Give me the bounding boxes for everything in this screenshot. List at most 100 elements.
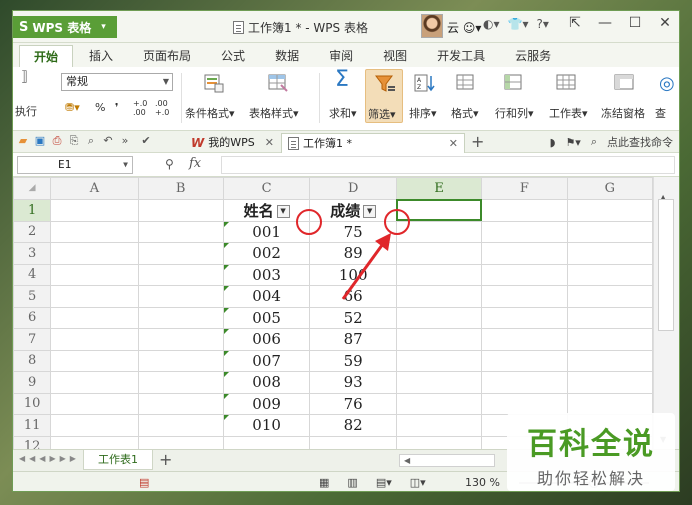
filter-button[interactable]: 筛选▾ [365,69,403,123]
row-header[interactable]: 12 [13,435,52,449]
cell-id[interactable]: 009 [222,392,311,415]
cell[interactable] [566,328,653,351]
tab-developer[interactable]: 开发工具 [423,45,499,67]
column-header-a[interactable]: A [50,177,139,200]
column-header-e[interactable]: E [395,177,483,200]
currency-icon[interactable]: ⛃▾ [65,101,80,114]
row-header[interactable]: 2 [13,220,52,243]
cell[interactable] [50,263,139,286]
page-layout-view-icon[interactable]: ▤▾ [376,476,392,489]
zoom-level[interactable]: 130 % [465,476,500,489]
cell[interactable] [481,198,568,222]
cell[interactable] [395,435,483,449]
row-header[interactable]: 7 [13,328,52,351]
pin-icon[interactable]: ✔ [140,134,152,148]
cell[interactable] [481,349,568,372]
macro-icon[interactable]: ▤ [139,476,149,489]
cell[interactable] [137,371,224,394]
save-icon[interactable]: ▣ [34,134,46,148]
row-header[interactable]: 6 [13,306,52,329]
cell-score[interactable]: 76 [309,392,397,415]
find-button[interactable]: 查 [655,105,666,121]
help-icon[interactable]: ?▾ [536,17,548,31]
cell[interactable] [395,328,483,351]
user-name[interactable]: 云 ☺▾ [447,19,481,36]
filter-dropdown-name[interactable]: ▼ [276,204,290,218]
magnifier-icon[interactable]: ⚲ [165,157,174,171]
cell[interactable] [137,435,224,449]
cell[interactable] [50,414,139,437]
cell[interactable] [481,392,568,415]
cell-id[interactable]: 002 [222,242,311,265]
tab-view[interactable]: 视图 [369,45,421,67]
cell[interactable] [395,392,483,415]
cell-id[interactable]: 006 [222,328,311,351]
cell-score[interactable]: 87 [309,328,397,351]
cell-score[interactable]: 93 [309,371,397,394]
cell[interactable] [137,263,224,286]
tab-data[interactable]: 数据 [261,45,313,67]
fx-button[interactable]: fx [189,156,201,171]
formula-input[interactable] [221,156,675,174]
cell[interactable] [50,328,139,351]
cell[interactable] [137,306,224,329]
add-sheet-button[interactable]: + [159,450,172,469]
select-all-corner[interactable]: ◢ [13,177,52,200]
format-button[interactable]: 格式▾ [451,105,479,121]
wrap-text-icon[interactable]: ⟧ [21,69,28,85]
row-header[interactable]: 10 [13,392,52,415]
column-header-c[interactable]: C [222,177,311,200]
cell-id[interactable]: 003 [222,263,311,286]
cell[interactable] [566,220,653,243]
cell[interactable] [481,285,568,308]
decrease-decimal-button[interactable]: .00 +.0 [155,99,173,117]
app-menu-button[interactable]: S WPS 表格 ▾ [13,16,117,38]
cell[interactable] [481,242,568,265]
sheet-nav-icons[interactable]: ◀◀◀▶▶▶ [19,454,80,463]
tab-page-layout[interactable]: 页面布局 [129,45,205,67]
row-header[interactable]: 11 [13,414,52,437]
tab-insert[interactable]: 插入 [75,45,127,67]
cell[interactable] [50,349,139,372]
tab-review[interactable]: 审阅 [315,45,367,67]
skin-icon[interactable]: ◐▾ [483,17,500,31]
row-header[interactable]: 4 [13,263,52,286]
open-folder-icon[interactable]: ▰ [17,134,29,148]
flag-icon[interactable]: ⚑▾ [565,136,580,149]
number-format-select[interactable]: 常规 ▼ [61,73,173,91]
more-icon[interactable]: » [119,134,131,148]
worksheet-button[interactable]: 工作表▾ [549,105,588,121]
cell[interactable] [395,263,483,286]
cell[interactable] [395,242,483,265]
column-header-g[interactable]: G [566,177,653,200]
cell[interactable] [566,263,653,286]
avatar[interactable] [421,14,443,38]
tab-workbook[interactable]: 工作簿1 * ✕ [281,133,465,153]
cell[interactable] [137,242,224,265]
sort-button[interactable]: 排序▾ [409,105,437,121]
sum-button[interactable]: 求和▾ [329,105,357,121]
row-header[interactable]: 5 [13,285,52,308]
command-search-input[interactable]: 点此查找命令 [607,134,673,150]
cell[interactable] [50,306,139,329]
cell[interactable] [566,392,653,415]
minimize-icon[interactable]: — [597,15,613,31]
increase-decimal-button[interactable]: +.0 .00 [133,99,151,117]
cell[interactable] [50,435,139,449]
print-icon[interactable]: ⎘ [68,134,80,148]
cell[interactable] [137,328,224,351]
row-header[interactable]: 3 [13,242,52,265]
cell[interactable] [137,392,224,415]
export-pdf-icon[interactable]: ⎙ [51,134,63,148]
cell[interactable] [481,263,568,286]
close-icon[interactable]: ✕ [265,134,274,152]
rows-cols-button[interactable]: 行和列▾ [495,105,534,121]
cell-score[interactable]: 59 [309,349,397,372]
cell[interactable] [309,435,397,449]
cell[interactable] [137,220,224,243]
print-preview-icon[interactable]: ⌕ [85,134,97,148]
cell[interactable] [566,285,653,308]
cell[interactable] [566,349,653,372]
normal-view-icon[interactable]: ▦ [319,476,329,489]
scrollbar-thumb[interactable] [658,199,674,331]
